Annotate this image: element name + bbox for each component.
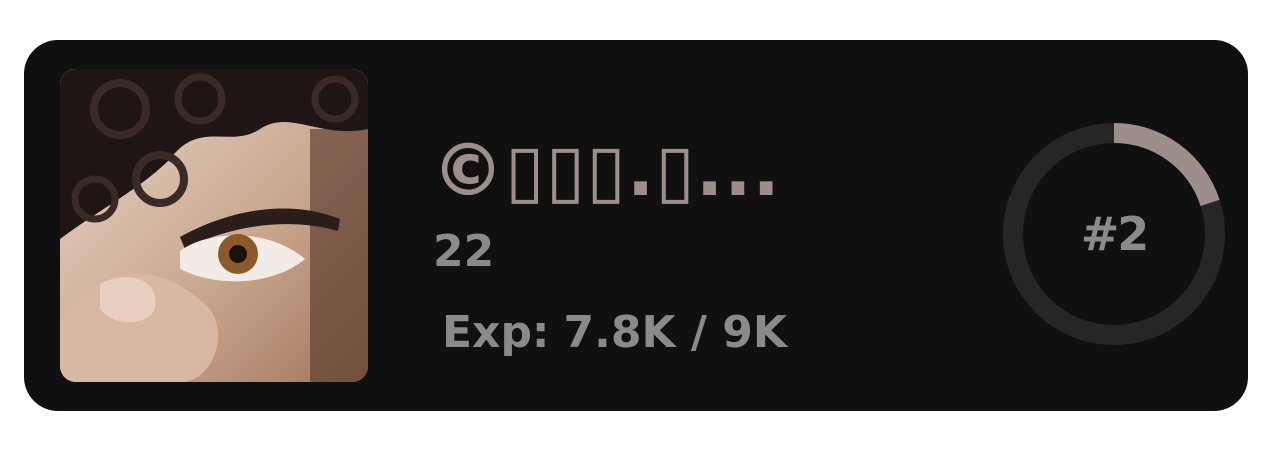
profile-card: ©▯▯▯.▯... 22 Exp: 7.8K / 9K #2	[24, 40, 1248, 411]
avatar-photo	[60, 69, 368, 382]
exp-line: Exp: 7.8K / 9K	[442, 306, 787, 360]
profile-level: 22	[433, 226, 495, 277]
profile-name: ©▯▯▯.▯...	[432, 128, 781, 212]
rank-badge: #2	[1080, 207, 1150, 261]
exp-label: Exp:	[442, 307, 550, 358]
exp-value: 7.8K / 9K	[563, 307, 787, 358]
avatar[interactable]	[60, 69, 368, 382]
